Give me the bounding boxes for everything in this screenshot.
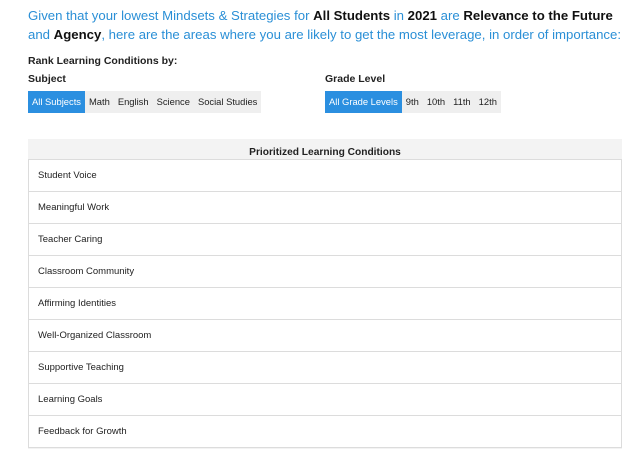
grade-level-label: Grade Level [325, 73, 386, 85]
grade-option[interactable]: 12th [475, 91, 501, 113]
subject-option[interactable]: Science [153, 91, 194, 113]
year-highlight: 2021 [407, 8, 437, 23]
list-item: Teacher Caring [29, 224, 621, 256]
subject-option[interactable]: Math [85, 91, 114, 113]
list-item: Supportive Teaching [29, 352, 621, 384]
subject-option[interactable]: English [114, 91, 153, 113]
list-item: Well-Organized Classroom [29, 320, 621, 352]
grade-level-filter: All Grade Levels 9th 10th 11th 12th [325, 91, 501, 113]
grade-option[interactable]: All Grade Levels [325, 91, 402, 113]
intro-text: Given that your lowest Mindsets & Strate… [28, 6, 628, 44]
intro-segment: are [437, 8, 464, 23]
area-highlight-1: Relevance to the Future [463, 8, 613, 23]
student-group-highlight: All Students [313, 8, 391, 23]
list-item: Student Voice [29, 160, 621, 192]
list-item: Meaningful Work [29, 192, 621, 224]
list-item: Affirming Identities [29, 288, 621, 320]
intro-segment: in [390, 8, 408, 23]
subject-filter: All Subjects Math English Science Social… [28, 91, 262, 113]
list-item: Classroom Community [29, 256, 621, 288]
grade-option[interactable]: 9th [402, 91, 423, 113]
grade-option[interactable]: 10th [423, 91, 449, 113]
subject-option[interactable]: All Subjects [28, 91, 85, 113]
grade-option[interactable]: 11th [449, 91, 475, 113]
panel-title: Prioritized Learning Conditions [249, 147, 401, 158]
subject-option[interactable]: Social Studies [194, 91, 261, 113]
area-highlight-2: Agency [53, 27, 102, 42]
rank-title: Rank Learning Conditions by: [28, 55, 178, 67]
conditions-list: Student Voice Meaningful Work Teacher Ca… [28, 159, 622, 448]
list-item: Feedback for Growth [29, 416, 621, 448]
intro-segment: Given that your lowest Mindsets & Strate… [28, 8, 314, 23]
prioritized-conditions-panel: Prioritized Learning Conditions Student … [28, 139, 622, 449]
intro-segment: and [28, 27, 54, 42]
intro-segment: , here are the areas where you are likel… [101, 27, 622, 42]
list-item: Learning Goals [29, 384, 621, 416]
subject-label: Subject [28, 73, 66, 85]
